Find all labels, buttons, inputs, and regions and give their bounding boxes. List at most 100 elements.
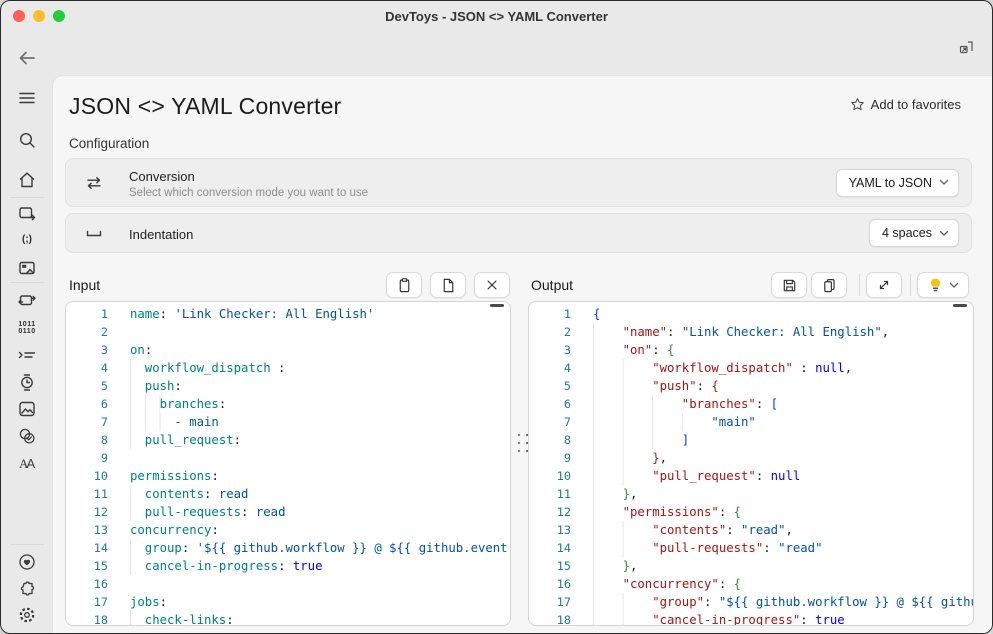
swap-converter-icon [17, 290, 37, 310]
code-line: 1{ [529, 305, 973, 323]
prompt-list-icon [17, 345, 37, 365]
indent-guides [130, 539, 145, 557]
sidebar-search-button[interactable] [12, 127, 42, 153]
line-number: 3 [66, 341, 108, 359]
indent-guides [130, 377, 145, 395]
indent-guides [593, 359, 652, 377]
code-line-text: on: [130, 341, 152, 359]
sidebar-image-tools-button[interactable] [12, 396, 42, 422]
indent-guides [130, 431, 145, 449]
save-button[interactable] [771, 272, 807, 298]
input-code-editor[interactable]: 1name: 'Link Checker: All English'23on:4… [65, 301, 511, 626]
swap-arrows-icon [83, 172, 105, 194]
code-line-text: }, [593, 557, 637, 575]
page-title: JSON <> YAML Converter [69, 93, 341, 120]
indent-guides [593, 449, 652, 467]
indent-guides [593, 557, 623, 575]
indent-guides [593, 521, 652, 539]
code-line-text: }, [593, 485, 637, 503]
code-line: 18check-links: [66, 611, 510, 626]
save-icon [781, 277, 798, 294]
code-line: 16 [66, 575, 510, 593]
toolbar-divider [910, 274, 911, 296]
code-line-text: "pull-requests": "read" [593, 539, 822, 557]
line-number: 15 [529, 557, 571, 575]
indent-guides [593, 413, 711, 431]
sidebar-checksum-button[interactable] [12, 423, 42, 449]
code-line-text: cancel-in-progress: true [130, 557, 323, 575]
conversion-subtitle: Select which conversion mode you want to… [129, 187, 368, 199]
sidebar-number-base-button[interactable]: 10110110 [12, 315, 42, 341]
code-line-text: name: 'Link Checker: All English' [130, 305, 374, 323]
indent-guides [130, 413, 174, 431]
code-line: 13"contents": "read", [529, 521, 973, 539]
indent-guides [593, 593, 652, 611]
sidebar-timestamp-button[interactable] [12, 369, 42, 395]
chevron-down-icon [949, 282, 959, 289]
line-number: 14 [66, 539, 108, 557]
expand-button[interactable] [866, 272, 902, 298]
hamburger-menu-icon [17, 88, 37, 108]
home-icon [17, 170, 37, 190]
sidebar-menu-button[interactable] [12, 85, 42, 111]
pop-out-icon [958, 40, 974, 55]
indentation-select[interactable]: 4 spaces [869, 219, 959, 247]
minimize-window-button[interactable] [33, 10, 45, 22]
code-line: 5push: [66, 377, 510, 395]
line-number: 8 [529, 431, 571, 449]
line-number: 2 [529, 323, 571, 341]
copy-button[interactable] [811, 272, 847, 298]
sidebar-text-tools-button[interactable]: AA [12, 450, 42, 476]
line-number: 6 [529, 395, 571, 413]
add-to-favorites-button[interactable]: Add to favorites [850, 97, 961, 112]
conversion-mode-select[interactable]: YAML to JSON [836, 169, 959, 197]
code-line: 15}, [529, 557, 973, 575]
code-line-text: "group": "${{ github.workflow }} @ ${{ g… [593, 593, 974, 611]
sidebar-encoders-button[interactable]: (;) [12, 227, 42, 253]
open-file-button[interactable] [430, 272, 466, 298]
clear-input-button[interactable] [474, 272, 510, 298]
line-number: 8 [66, 431, 108, 449]
pop-out-window-button[interactable] [958, 38, 978, 56]
search-icon [17, 130, 37, 150]
output-scrollbar-thumb[interactable] [953, 304, 967, 307]
close-icon [484, 277, 500, 293]
sidebar-converters-button[interactable] [12, 200, 42, 226]
converter-icon [17, 203, 37, 223]
sidebar-settings-button[interactable] [12, 602, 42, 628]
indent-guides [130, 485, 145, 503]
toolbar-divider [859, 274, 860, 296]
file-icon [440, 277, 457, 294]
code-line-text: - main [130, 413, 219, 431]
code-line-text: { [593, 305, 600, 323]
close-window-button[interactable] [13, 10, 25, 22]
sidebar-cli-tool-button[interactable] [12, 342, 42, 368]
line-number: 1 [66, 305, 108, 323]
conversion-setting-card: Conversion Select which conversion mode … [65, 158, 972, 207]
sidebar-separator [10, 282, 44, 283]
indent-guides [130, 359, 145, 377]
code-line: 7- main [66, 413, 510, 431]
code-line-text: }, [593, 449, 667, 467]
sidebar-formatters-button[interactable] [12, 255, 42, 281]
sidebar-home-button[interactable] [12, 167, 42, 193]
paste-button[interactable] [386, 272, 422, 298]
code-line-text: jobs: [130, 593, 167, 611]
input-scrollbar-thumb[interactable] [490, 304, 504, 307]
window-title: DevToys - JSON <> YAML Converter [385, 9, 608, 24]
sidebar-json-yaml-converter-button[interactable] [12, 287, 42, 313]
output-code-editor[interactable]: 1{2"name": "Link Checker: All English",3… [528, 301, 974, 626]
code-line: 11}, [529, 485, 973, 503]
suggestions-button[interactable] [917, 272, 969, 298]
line-number: 10 [529, 467, 571, 485]
line-number: 18 [66, 611, 108, 626]
sidebar-extensions-button[interactable] [12, 576, 42, 602]
code-line-text: branches: [130, 395, 226, 413]
code-line-text: workflow_dispatch : [130, 359, 285, 377]
output-label: Output [531, 277, 573, 293]
line-number: 3 [529, 341, 571, 359]
sidebar-about-button[interactable] [12, 549, 42, 575]
code-line-text: "pull_request": null [593, 467, 800, 485]
expand-icon [876, 277, 892, 293]
zoom-window-button[interactable] [53, 10, 65, 22]
